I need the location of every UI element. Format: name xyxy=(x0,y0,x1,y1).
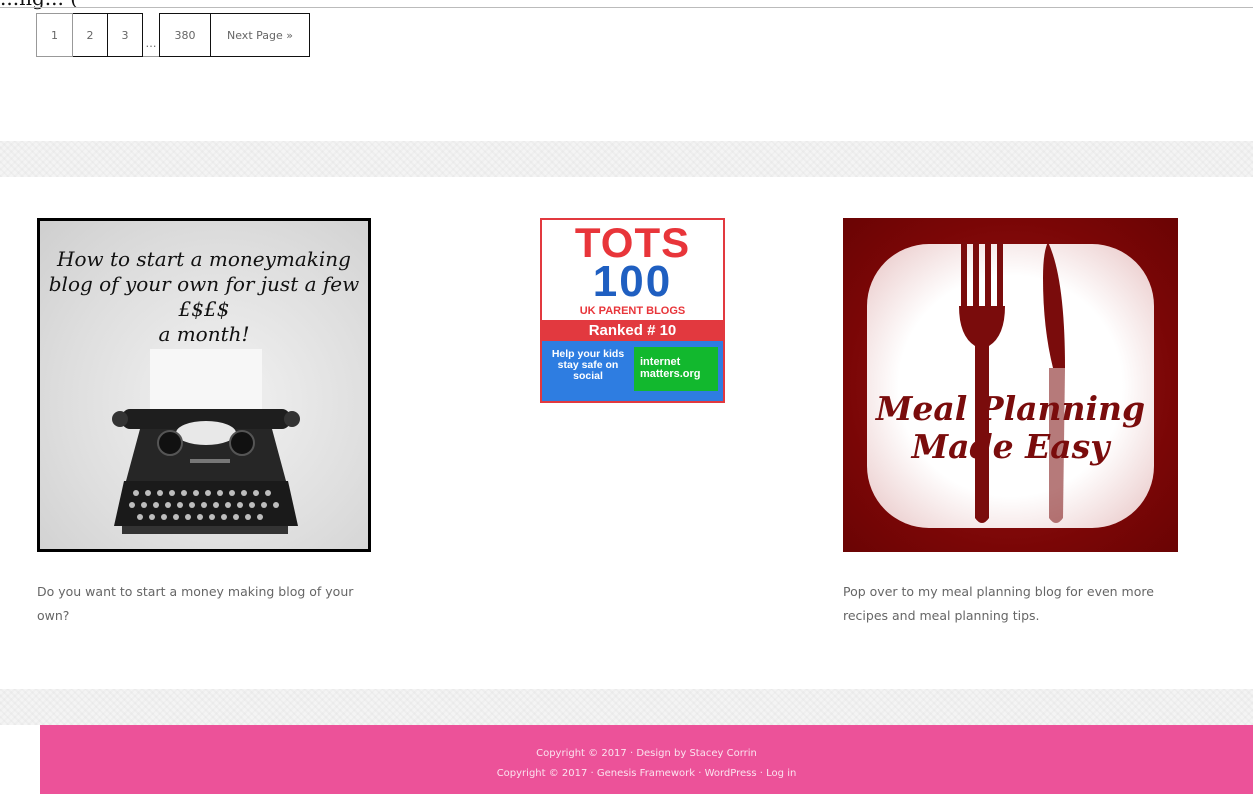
next-page-link[interactable]: Next Page » xyxy=(211,13,310,57)
texture-divider-bottom xyxy=(0,689,1253,725)
footer-design-credit: Copyright © 2017 · Design by Stacey Corr… xyxy=(536,748,757,759)
tots-logo-number: 100 xyxy=(592,257,673,306)
tots-rank: Ranked # 10 xyxy=(542,320,723,341)
genesis-framework-link[interactable]: Genesis Framework xyxy=(597,768,695,779)
meal-planning-caption: Pop over to my meal planning blog for ev… xyxy=(843,584,1154,623)
texture-divider-top xyxy=(0,141,1253,177)
moneymaking-caption: Do you want to start a money making blog… xyxy=(37,584,354,623)
pagination-ellipsis: … xyxy=(143,13,159,57)
partial-heading-text: ...ng... ( xyxy=(0,0,78,10)
page-2-link[interactable]: 2 xyxy=(73,13,108,57)
page-1-link[interactable]: 1 xyxy=(36,13,73,57)
pagination: 1 2 3 … 380 Next Page » xyxy=(36,13,310,57)
tots-help-text: Help your kids stay safe on social xyxy=(551,348,625,382)
footer-copyright: Copyright © 2017 · xyxy=(496,768,597,779)
meal-planning-image-link[interactable]: Meal Planning Made Easy xyxy=(843,218,1178,552)
tots-subtitle: UK PARENT BLOGS xyxy=(579,305,686,317)
footer-separator: · xyxy=(695,768,705,779)
log-in-link[interactable]: Log in xyxy=(766,768,796,779)
site-footer: Copyright © 2017 · Design by Stacey Corr… xyxy=(40,725,1253,794)
meal-planning-title: Meal Planning Made Easy xyxy=(875,389,1146,466)
internet-matters-logo: internet matters.org xyxy=(634,347,718,391)
footer-separator: · xyxy=(756,768,767,779)
wordpress-link[interactable]: WordPress xyxy=(705,768,757,779)
tots100-badge-link[interactable]: TOTS 100 UK PARENT BLOGS Ranked # 10 Hel… xyxy=(540,218,725,403)
top-divider xyxy=(0,7,1253,8)
page-last-link[interactable]: 380 xyxy=(159,13,211,57)
moneymaking-blog-image-link[interactable]: How to start a moneymaking blog of your … xyxy=(37,218,371,552)
moneymaking-headline: How to start a moneymaking blog of your … xyxy=(48,247,360,346)
tots-promo-panel: Help your kids stay safe on social inter… xyxy=(542,341,723,401)
footer-links: Copyright © 2017 · Genesis Framework · W… xyxy=(40,767,1253,781)
page-3-link[interactable]: 3 xyxy=(108,13,143,57)
page: ...ng... ( 1 2 3 … 380 Next Page » xyxy=(0,0,1253,794)
fork-knife-icon xyxy=(959,242,1065,523)
